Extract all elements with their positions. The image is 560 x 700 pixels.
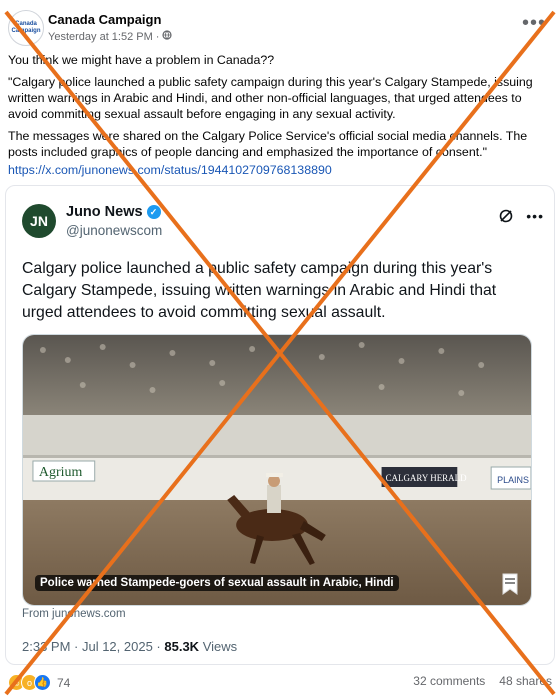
tweet-meta: 2:33 PM · Jul 12, 2025 · 85.3K Views bbox=[22, 639, 237, 654]
tweet-more-icon[interactable]: ••• bbox=[526, 208, 544, 229]
sign-agrium: Agrium bbox=[39, 465, 83, 480]
rodeo-photo: Agrium CALGARY HERALD PLAINS bbox=[23, 335, 531, 605]
post-paragraph-3: The messages were shared on the Calgary … bbox=[8, 129, 528, 159]
reactions-bar[interactable]: ☺ o 👍 74 bbox=[8, 674, 70, 691]
post-timestamp[interactable]: Yesterday at 1:52 PM bbox=[48, 31, 153, 43]
bookmark-icon[interactable] bbox=[501, 573, 519, 595]
post-body: You think we might have a problem in Can… bbox=[8, 52, 552, 178]
post-header: Canada Campaign Canada Campaign Yesterda… bbox=[8, 10, 173, 46]
post-link[interactable]: https://x.com/junonews.com/status/194410… bbox=[8, 162, 552, 178]
tweet-author-name[interactable]: Juno News bbox=[66, 204, 143, 220]
like-icon: 👍 bbox=[34, 674, 51, 691]
engagement-counts: 32 comments 48 shares bbox=[413, 674, 552, 688]
image-caption: Police warned Stampede-goers of sexual a… bbox=[35, 575, 399, 591]
tweet-text: Calgary police launched a public safety … bbox=[22, 260, 497, 321]
tweet-author: JN Juno News ✓ @junonewscom bbox=[22, 204, 162, 238]
more-icon[interactable]: ••• bbox=[522, 12, 546, 35]
page-avatar[interactable]: Canada Campaign bbox=[8, 10, 44, 46]
comments-count[interactable]: 32 comments bbox=[413, 674, 485, 688]
page-name[interactable]: Canada Campaign bbox=[48, 12, 172, 27]
verified-icon: ✓ bbox=[146, 205, 161, 219]
tweet-source[interactable]: From junonews.com bbox=[22, 608, 126, 620]
tweet-views-count: 85.3K bbox=[164, 639, 200, 654]
meta-separator: · bbox=[155, 30, 160, 43]
tweet-author-handle[interactable]: @junonewscom bbox=[66, 223, 162, 238]
sign-plains: PLAINS bbox=[497, 475, 529, 485]
tweet-views-label: Views bbox=[202, 639, 238, 654]
tweet-actions: ••• bbox=[498, 208, 544, 229]
author-name-row: Juno News ✓ bbox=[66, 204, 162, 220]
juno-news-logo[interactable]: JN bbox=[22, 204, 56, 238]
sign-calgary-herald: CALGARY HERALD bbox=[386, 473, 467, 483]
tweet-image[interactable]: Agrium CALGARY HERALD PLAINS Police warn… bbox=[22, 334, 532, 606]
post-paragraph-2: "Calgary police launched a public safety… bbox=[8, 75, 533, 121]
shares-count[interactable]: 48 shares bbox=[499, 674, 552, 688]
grok-icon[interactable] bbox=[498, 208, 514, 229]
tweet-time[interactable]: 2:33 PM · Jul 12, 2025 · bbox=[22, 639, 161, 654]
globe-icon bbox=[162, 30, 173, 43]
post-meta: Yesterday at 1:52 PM · bbox=[48, 30, 173, 43]
reaction-count: 74 bbox=[57, 675, 71, 690]
embedded-tweet[interactable]: JN Juno News ✓ @junonewscom ••• Calgary … bbox=[5, 185, 555, 665]
post-paragraph-1: You think we might have a problem in Can… bbox=[8, 53, 275, 67]
